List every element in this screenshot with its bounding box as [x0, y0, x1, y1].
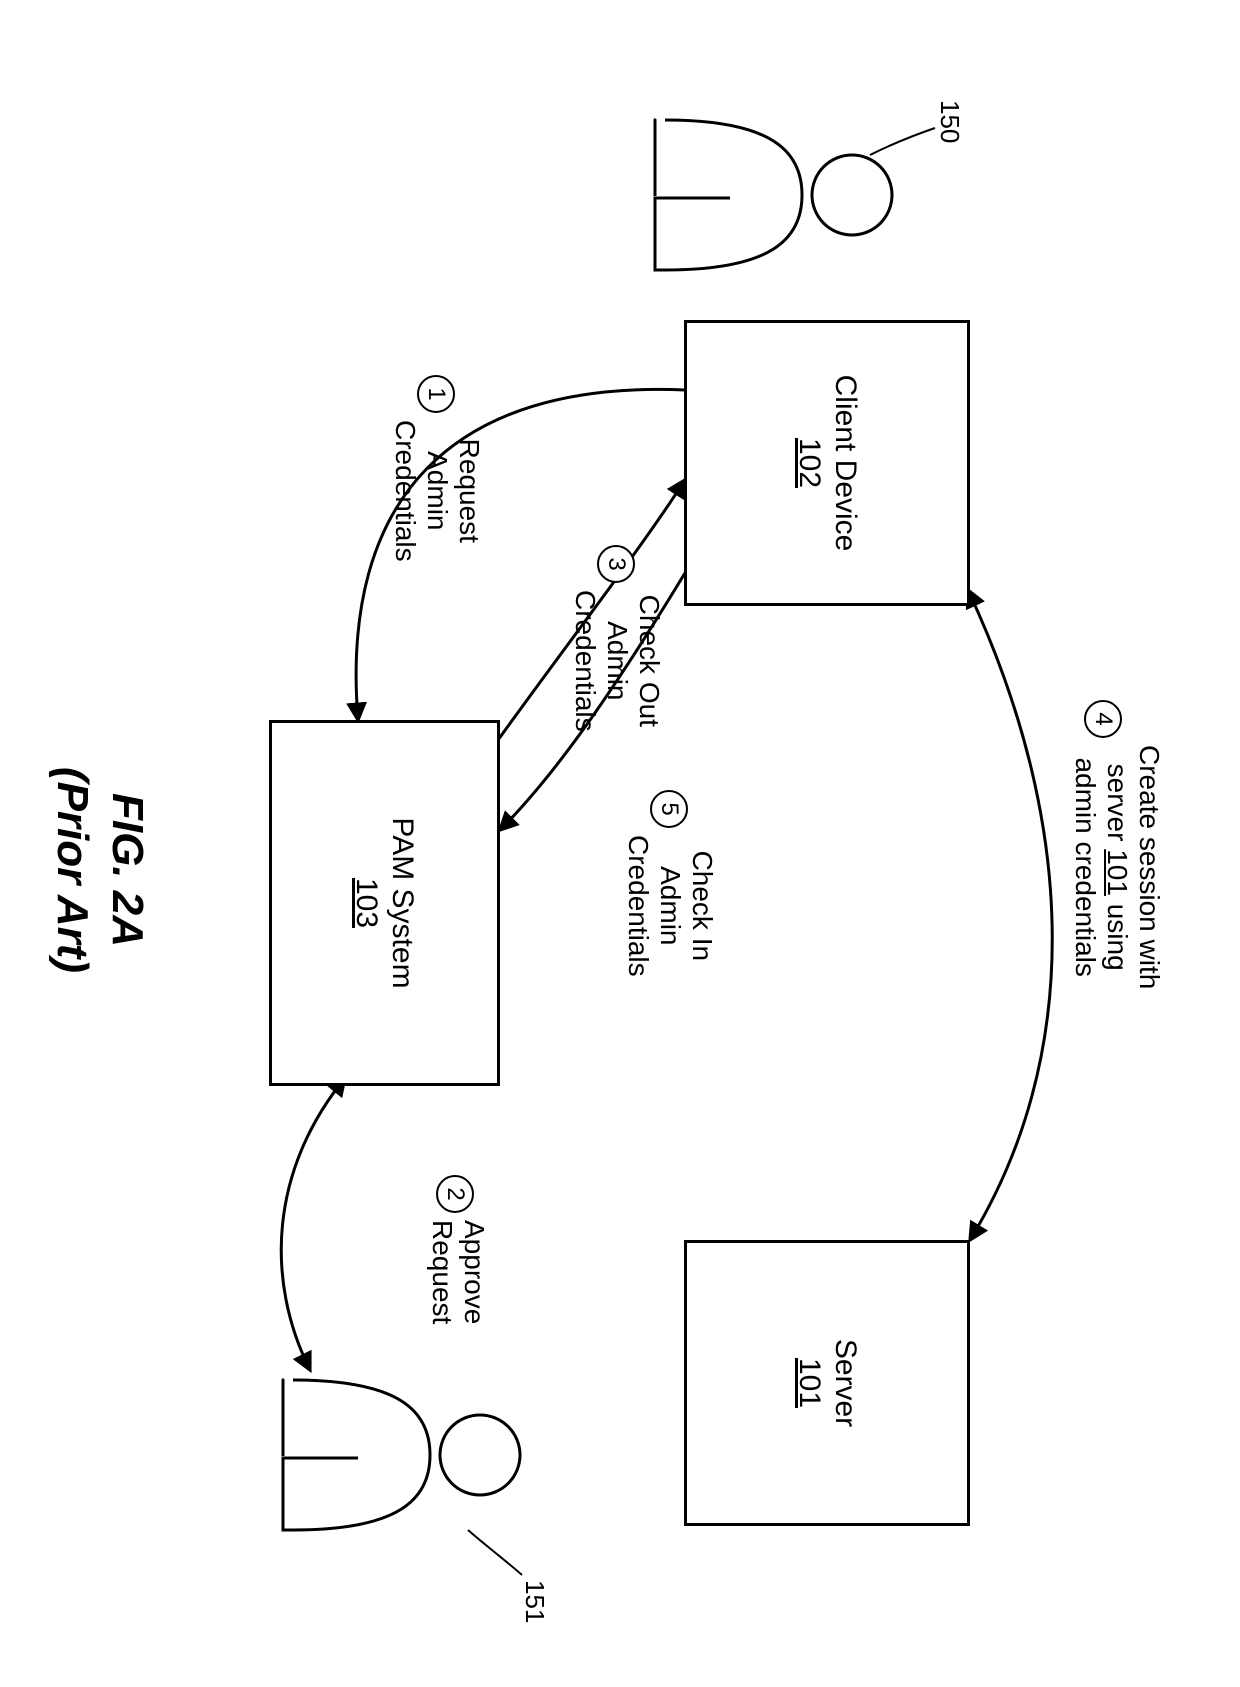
- step4-label: Create session with server 101 using adm…: [1068, 745, 1165, 989]
- step2-number: 2: [436, 1175, 474, 1213]
- diagram-svg: [0, 0, 1240, 1687]
- figure-caption-line2: (Prior Art): [45, 700, 100, 1040]
- figure-caption-line1: FIG. 2A: [100, 700, 155, 1040]
- node-server: Server 101: [684, 1240, 970, 1526]
- step3-number: 3: [597, 545, 635, 583]
- node-server-id: 101: [792, 1358, 826, 1408]
- step5-number: 5: [650, 790, 688, 828]
- user-icon-left: [655, 120, 892, 270]
- node-client-title: Client Device: [828, 375, 862, 552]
- node-client-device: Client Device 102: [684, 320, 970, 606]
- node-pam-system: PAM System 103: [269, 720, 500, 1086]
- node-server-title: Server: [828, 1339, 862, 1427]
- step1-number: 1: [417, 375, 455, 413]
- user-right-label: 151: [519, 1580, 550, 1623]
- node-pam-title: PAM System: [386, 817, 420, 988]
- step5-label: Check In Admin Credentials: [621, 835, 718, 977]
- node-client-id: 102: [792, 438, 826, 488]
- user-icon-right: [283, 1380, 520, 1530]
- user-left-label: 150: [934, 100, 965, 143]
- node-pam-id: 103: [350, 878, 384, 928]
- step2-label: Approve Request: [426, 1220, 490, 1324]
- step3-label: Check Out Admin Credentials: [568, 590, 665, 732]
- step4-number: 4: [1084, 700, 1122, 738]
- step1-label: Request Admin Credentials: [388, 420, 485, 562]
